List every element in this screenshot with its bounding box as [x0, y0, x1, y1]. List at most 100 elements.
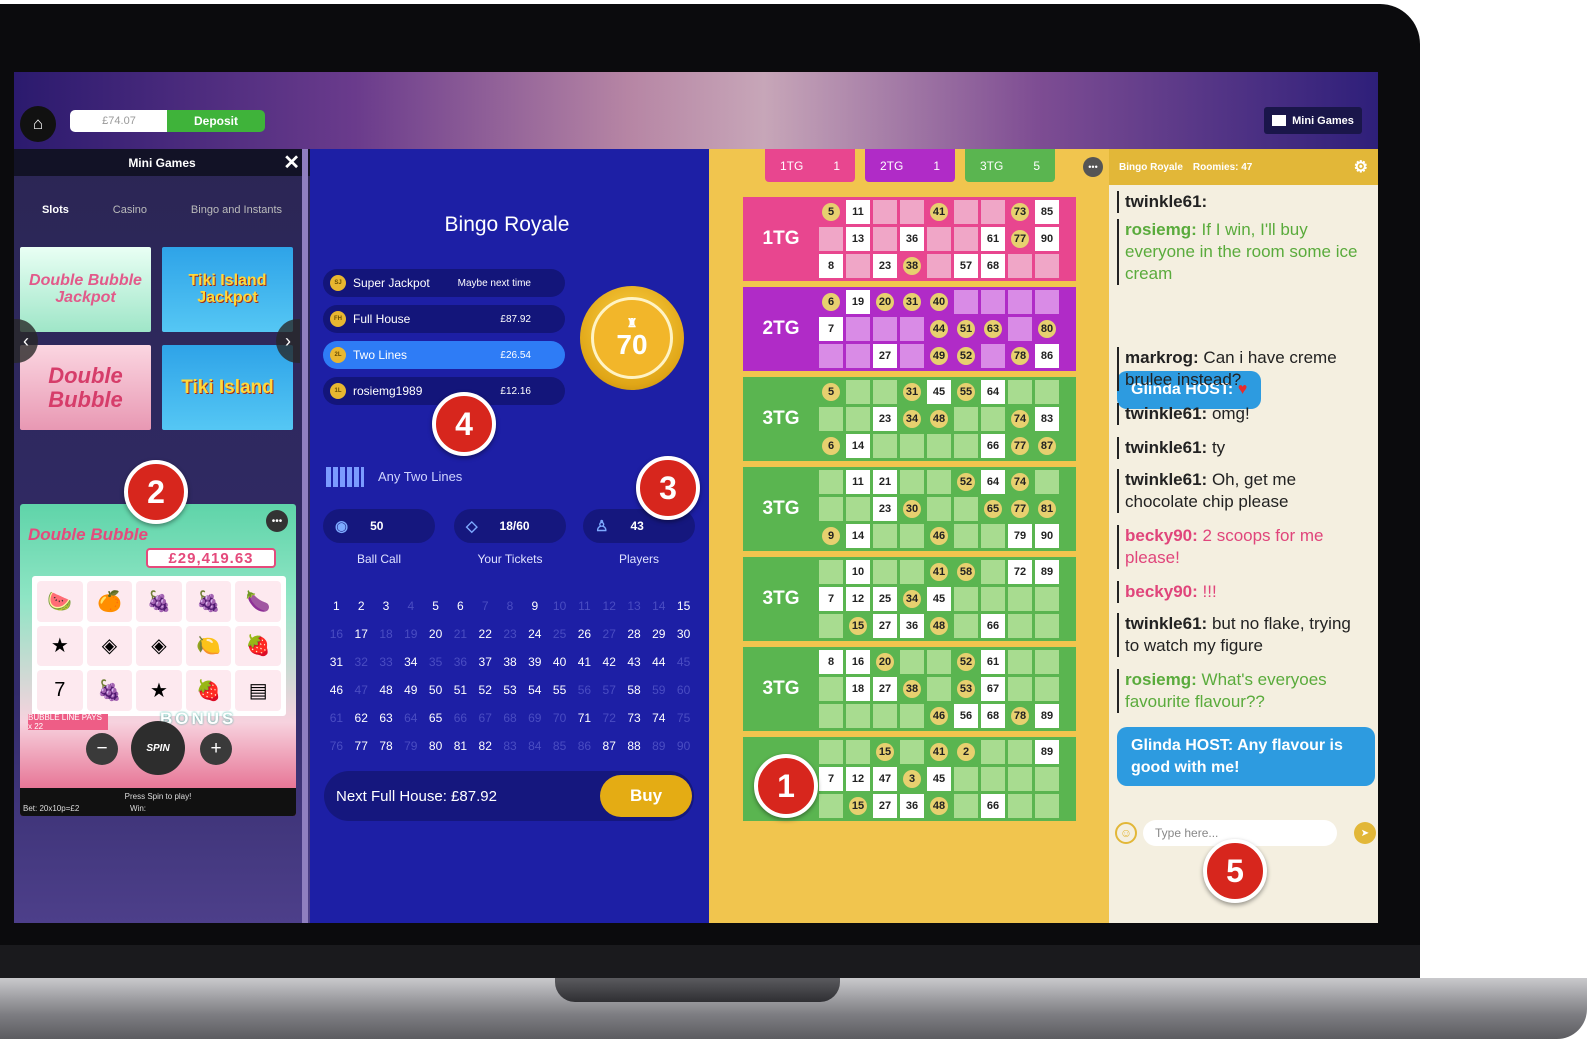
- bingo-ticket[interactable]: 3TG 8 16 20 52 61 18 27 38 53 67 46 56 68 78 89: [743, 647, 1076, 731]
- prize-amount: £12.16: [500, 385, 531, 397]
- chat-roomies[interactable]: Roomies: 47: [1193, 162, 1252, 173]
- ticket-cell: [900, 470, 924, 494]
- board-number: 38: [503, 655, 517, 669]
- mini-games-button[interactable]: Mini Games: [1264, 107, 1362, 134]
- ticket-cell: 90: [1035, 227, 1059, 251]
- game-thumb-double-bubble-jackpot[interactable]: Double Bubble Jackpot: [20, 247, 151, 332]
- ticket-cell: [900, 560, 924, 584]
- board-number: 73: [627, 711, 641, 725]
- board-number: 31: [329, 655, 344, 669]
- ticket-cell: [954, 200, 978, 224]
- ticket-cell: 58: [957, 563, 975, 581]
- board-number: 46: [329, 683, 344, 697]
- bingo-ticket[interactable]: 3TG 10 41 58 72 89 7 12 25 34 45 15 27 36 48 66: [743, 557, 1076, 641]
- chat-username[interactable]: becky90:: [1125, 582, 1198, 601]
- ticket-cell: 40: [930, 293, 948, 311]
- board-number: 45: [676, 655, 691, 669]
- bingo-ticket[interactable]: 1TG 5 11 41 73 85 13 36 61 77 90 8 23 38 57 68: [743, 197, 1076, 281]
- chat-username[interactable]: becky90:: [1125, 526, 1198, 545]
- ticket-cell: [873, 317, 897, 341]
- chat-username[interactable]: twinkle61:: [1125, 404, 1207, 423]
- bingo-ticket[interactable]: 2TG 6 19 20 31 40 7 44 51 63 80 27 49 52 78 86: [743, 287, 1076, 371]
- next-full-house-label: Next Full House:: [336, 787, 447, 805]
- mini-games-label: Mini Games: [1292, 114, 1354, 127]
- deposit-button[interactable]: Deposit: [167, 110, 265, 132]
- ticket-cell: [819, 344, 843, 368]
- ticket-cell: 23: [873, 254, 897, 278]
- game-thumb-double-bubble[interactable]: Double Bubble: [20, 345, 151, 430]
- chat-username[interactable]: twinkle61:: [1125, 192, 1207, 211]
- bingo-ticket[interactable]: 3TG 11 21 52 64 74 23 30 65 77 81 9 14 46 79 90: [743, 467, 1076, 551]
- chat-text: !!!: [1202, 582, 1217, 601]
- chat-room-name[interactable]: Bingo Royale: [1119, 162, 1183, 173]
- more-icon[interactable]: •••: [1083, 157, 1103, 177]
- chat-username[interactable]: twinkle61:: [1125, 438, 1207, 457]
- tab-1tg[interactable]: 1TG 1: [765, 149, 855, 182]
- bingo-ticket[interactable]: 3TG 5 31 45 55 64 23 34 48 74 83 6 14 66 77 87: [743, 377, 1076, 461]
- game-thumb-tiki-island-jackpot[interactable]: Tiki Island Jackpot: [162, 247, 293, 332]
- home-icon[interactable]: ⌂: [20, 106, 56, 142]
- tab-casino[interactable]: Casino: [113, 204, 147, 216]
- ticket-cell: 77: [1011, 230, 1029, 248]
- board-number: 70: [552, 711, 567, 725]
- board-number: 41: [577, 655, 592, 669]
- board-number: 65: [428, 711, 443, 725]
- tab-2tg[interactable]: 2TG 1: [865, 149, 955, 182]
- ticket-cell: 47: [873, 767, 897, 791]
- ticket-cell: 6: [822, 293, 840, 311]
- board-number: 2: [357, 599, 365, 613]
- chat-username[interactable]: twinkle61:: [1125, 470, 1207, 489]
- ticket-cell: [1008, 587, 1032, 611]
- ticket-cell: 49: [930, 347, 948, 365]
- tab-slots[interactable]: Slots: [42, 204, 69, 216]
- board-number: 11: [578, 599, 591, 613]
- bet-minus-button[interactable]: −: [86, 733, 118, 765]
- chat-username[interactable]: rosiemg:: [1125, 220, 1197, 239]
- step-marker-4: 4: [432, 392, 496, 456]
- board-number: 87: [602, 739, 616, 753]
- chat-username[interactable]: twinkle61:: [1125, 614, 1207, 633]
- game-pattern: Any Two Lines: [378, 469, 463, 484]
- tab-1tg-label: 1TG: [779, 158, 804, 173]
- tab-3tg-label: 3TG: [979, 158, 1004, 173]
- ticket-cell: [1008, 677, 1032, 701]
- prize-badge: FH: [330, 311, 346, 327]
- ticket-cell: [954, 290, 978, 314]
- ticket-cell: 63: [984, 320, 1002, 338]
- ticket-cell: 45: [927, 587, 951, 611]
- send-icon[interactable]: ➤: [1354, 822, 1376, 844]
- ticket-icon: ◇: [466, 518, 478, 535]
- spin-button[interactable]: SPIN: [131, 721, 185, 775]
- ticket-cell: 14: [846, 524, 870, 548]
- chat-username[interactable]: rosiemg:: [1125, 670, 1197, 689]
- panel-divider[interactable]: [302, 149, 308, 923]
- more-icon[interactable]: •••: [266, 510, 288, 532]
- ticket-cell: [927, 227, 951, 251]
- ticket-cell: [1035, 380, 1059, 404]
- ticket-cell: [900, 200, 924, 224]
- ticket-cell: [900, 434, 924, 458]
- ticket-cell: [927, 254, 951, 278]
- board-number: 81: [453, 739, 468, 753]
- buy-button[interactable]: Buy: [600, 775, 692, 817]
- step-marker-1: 1: [754, 754, 818, 818]
- board-number: 33: [379, 655, 393, 669]
- ticket-cell: 56: [954, 704, 978, 728]
- tab-bingo-instants[interactable]: Bingo and Instants: [191, 204, 282, 216]
- ticket-cell: [954, 587, 978, 611]
- chat-username[interactable]: markrog:: [1125, 348, 1199, 367]
- ticket-cell: 30: [903, 500, 921, 518]
- watermelon-icon: 🍉: [37, 581, 83, 622]
- bet-plus-button[interactable]: +: [200, 733, 232, 765]
- board-number: 32: [354, 655, 368, 669]
- chat-text: ty: [1211, 438, 1226, 457]
- your-tickets-label: Your Tickets: [477, 552, 543, 566]
- ticket-cell: [927, 470, 951, 494]
- ticket-cell: 8: [819, 254, 843, 278]
- gear-icon[interactable]: ⚙: [1354, 157, 1368, 177]
- close-icon[interactable]: ✕: [283, 150, 300, 175]
- tab-3tg[interactable]: 3TG 5: [965, 149, 1055, 182]
- game-thumb-tiki-island[interactable]: Tiki Island: [162, 345, 293, 430]
- prize-label: Full House: [353, 312, 411, 326]
- emoji-icon[interactable]: ☺: [1115, 822, 1137, 844]
